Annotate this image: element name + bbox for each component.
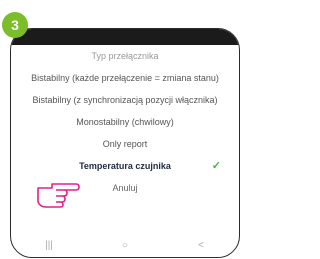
android-nav-bar: ||| ○ < [11, 233, 239, 257]
step-number-badge: 3 [2, 12, 28, 38]
pointing-hand-icon [37, 183, 80, 208]
option-label: Monostabilny (chwilowy) [76, 117, 174, 127]
phone-frame: Typ przełącznika Bistabilny (każde przeł… [10, 28, 240, 258]
switch-type-dialog: Typ przełącznika Bistabilny (każde przeł… [11, 45, 239, 199]
option-label: Temperatura czujnika [79, 161, 171, 171]
option-bistable-state-change[interactable]: Bistabilny (każde przełączenie = zmiana … [11, 67, 239, 89]
option-monostable[interactable]: Monostabilny (chwilowy) [11, 111, 239, 133]
option-sensor-temperature[interactable]: Temperatura czujnika ✓ [11, 155, 239, 177]
recent-apps-button[interactable]: ||| [39, 240, 59, 251]
option-label: Bistabilny (każde przełączenie = zmiana … [31, 73, 219, 83]
option-only-report[interactable]: Only report [11, 133, 239, 155]
dialog-title: Typ przełącznika [91, 51, 159, 61]
checkmark-icon: ✓ [211, 160, 221, 172]
option-label: Bistabilny (z synchronizacją pozycji włą… [32, 95, 218, 105]
back-button[interactable]: < [191, 240, 211, 251]
option-bistable-sync[interactable]: Bistabilny (z synchronizacją pozycji włą… [11, 89, 239, 111]
phone-status-bar [11, 29, 239, 45]
home-button[interactable]: ○ [115, 240, 135, 251]
option-label: Only report [102, 139, 148, 149]
